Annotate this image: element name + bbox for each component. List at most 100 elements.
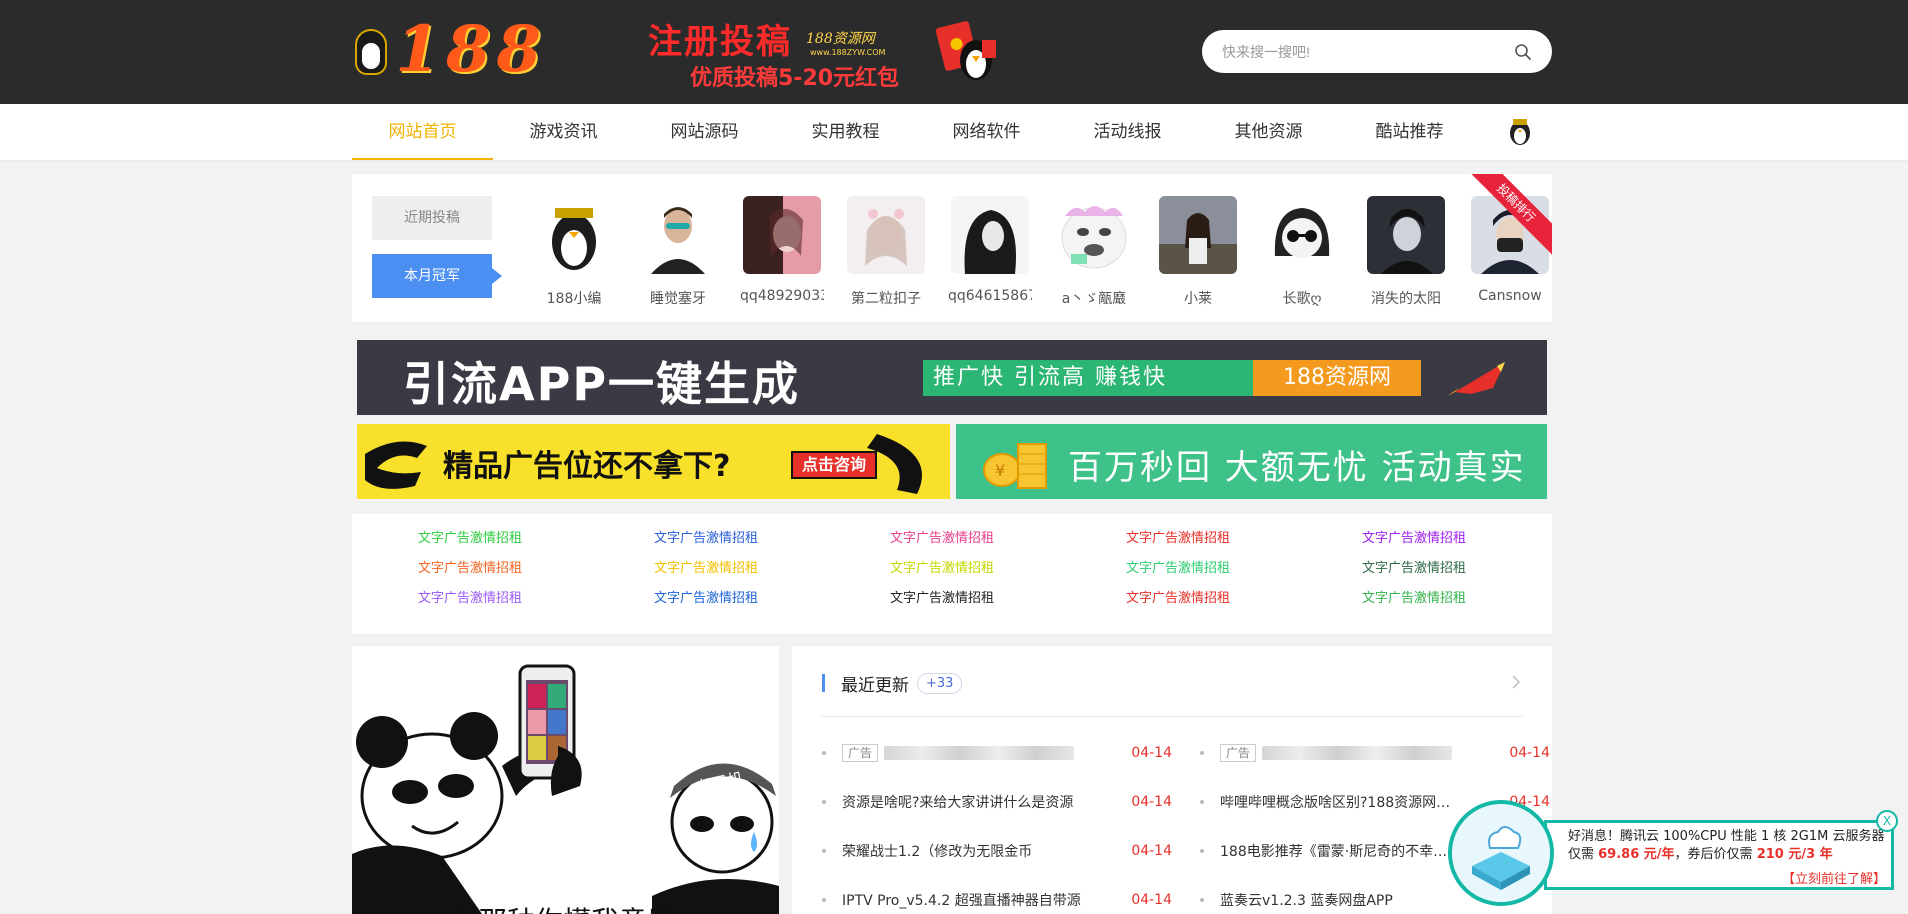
blurred-text xyxy=(884,745,1075,760)
list-item[interactable]: 荣耀战士1.2（修改为无限金币 04-14 xyxy=(822,826,1172,875)
item-title: 荣耀战士1.2（修改为无限金币 xyxy=(842,843,1033,860)
text-ad-link[interactable]: 文字广告激情招租 xyxy=(352,528,588,550)
ad-tag: 广告 xyxy=(1220,743,1257,762)
tencent-cloud-icon xyxy=(1452,804,1550,902)
avatar xyxy=(847,196,925,274)
ad-banner-ad-space[interactable]: 精品广告位还不拿下? 点击咨询 xyxy=(357,424,950,499)
item-title: 哔哩哔哩概念版啥区别?188资源网告诉你 xyxy=(1220,794,1460,811)
text-ad-link[interactable]: 文字广告激情招租 xyxy=(588,528,824,550)
avatar xyxy=(743,196,821,274)
list-item[interactable]: 资源是啥呢?来给大家讲讲什么是资源 04-14 xyxy=(822,777,1172,826)
nav-item-deals[interactable]: 活动线报 xyxy=(1057,104,1198,160)
banner-site-name: 188资源网 xyxy=(1253,360,1421,396)
cloud-ad-link[interactable]: 【立刻前往了解】 xyxy=(1782,868,1886,887)
text-ad-link[interactable]: 文字广告激情招租 xyxy=(824,588,1060,610)
text-ads-panel: 文字广告激情招租 文字广告激情招租 文字广告激情招租 文字广告激情招租 文字广告激情招租… xyxy=(352,514,1552,634)
promo-line1: 注册投稿 xyxy=(648,22,792,62)
item-date: 04-14 xyxy=(1131,744,1172,761)
text-ads-grid: 文字广告激情招租 文字广告激情招租 文字广告激情招租 文字广告激情招租 文字广告激情招租… xyxy=(352,528,1552,610)
avatar xyxy=(1367,196,1445,274)
item-title: 蓝奏云v1.2.3 蓝奏网盘APP xyxy=(1220,892,1393,909)
contributor-item[interactable]: 睡觉塞牙 xyxy=(626,196,730,308)
site-logo[interactable]: 188 xyxy=(352,18,547,82)
ad-banner-app-generator[interactable]: 引流APP一键生成 推广快 引流高 赚钱快 188资源网 xyxy=(357,340,1547,415)
item-date: 04-14 xyxy=(1131,793,1172,810)
text-ad-link[interactable]: 文字广告激情招租 xyxy=(1060,558,1296,580)
section-marker xyxy=(822,674,825,692)
tab-recent-submissions[interactable]: 近期投稿 xyxy=(372,196,492,240)
gold-coins-icon: ¥ xyxy=(983,443,1047,489)
avatar xyxy=(1159,196,1237,274)
promo-site-name: 188资源网 xyxy=(806,31,875,47)
contributor-item[interactable]: 小莱 xyxy=(1146,196,1250,308)
penguin-mascot-icon xyxy=(352,21,389,79)
top-header: 188 注册投稿 188资源网 www.188ZYW.COM 优质投稿5-20元… xyxy=(0,0,1908,104)
chevron-right-icon[interactable] xyxy=(1510,674,1522,690)
bullet-icon xyxy=(1200,897,1204,902)
text-ad-link[interactable]: 文字广告激情招租 xyxy=(1296,558,1532,580)
contributor-name: Cansnow xyxy=(1478,288,1542,304)
main-nav: 网站首页 游戏资讯 网站源码 实用教程 网络软件 活动线报 其他资源 酷站推荐 xyxy=(352,104,1480,160)
list-item[interactable]: 广告 04-14 xyxy=(822,728,1172,777)
ad-banner-fast-payout[interactable]: ¥ 百万秒回 大额无忧 活动真实有效 xyxy=(956,424,1547,499)
close-icon[interactable]: X xyxy=(1876,810,1898,832)
contributor-name: a丶ゞ甋黀 xyxy=(1061,291,1127,307)
text-ad-link[interactable]: 文字广告激情招租 xyxy=(1296,588,1532,610)
contributor-item[interactable]: 长歌ღ xyxy=(1250,196,1354,308)
nav-item-home[interactable]: 网站首页 xyxy=(352,104,493,160)
promo-site-url: www.188ZYW.COM xyxy=(810,48,886,57)
consult-button[interactable]: 点击咨询 xyxy=(791,451,877,479)
search-icon[interactable] xyxy=(1514,43,1532,61)
avatar xyxy=(1055,196,1133,274)
updates-column-left: 广告 04-14 资源是啥呢?来给大家讲讲什么是资源 04-14 荣耀战士1.2… xyxy=(822,728,1172,914)
list-item[interactable]: 广告 04-14 xyxy=(1200,728,1550,777)
text-ad-link[interactable]: 文字广告激情招租 xyxy=(1060,588,1296,610)
tab-monthly-champion[interactable]: 本月冠军 xyxy=(372,254,502,298)
banner-headline: 精品广告位还不拿下? xyxy=(443,449,731,484)
svg-text:¥: ¥ xyxy=(995,461,1005,480)
text-ad-link[interactable]: 文字广告激情招租 xyxy=(824,558,1060,580)
divider xyxy=(820,716,1524,717)
contributors-panel: 近期投稿 本月冠军 188小编 睡觉塞牙 qq48929033 第二粒扣子 qq… xyxy=(352,174,1552,322)
bullet-icon xyxy=(822,750,826,755)
promo-banner[interactable]: 注册投稿 188资源网 www.188ZYW.COM 优质投稿5-20元红包 xyxy=(646,10,1010,92)
list-item[interactable]: IPTV Pro_v5.4.2 超强直播神器自带源 04-14 xyxy=(822,875,1172,914)
text-ad-link[interactable]: 文字广告激情招租 xyxy=(352,588,588,610)
nav-item-tutorials[interactable]: 实用教程 xyxy=(775,104,916,160)
banner-headline: 引流APP一键生成 xyxy=(403,357,801,411)
meme-image-panel[interactable]: 老司机 网站 那种你懂我意思吧 xyxy=(352,646,779,914)
penguin-user-icon[interactable] xyxy=(1508,118,1532,146)
nav-item-software[interactable]: 网络软件 xyxy=(916,104,1057,160)
contributor-item[interactable]: a丶ゞ甋黀 xyxy=(1042,196,1146,308)
contributor-item[interactable]: 消失的太阳 xyxy=(1354,196,1458,308)
bullet-icon xyxy=(1200,799,1204,804)
contributor-name: 睡觉塞牙 xyxy=(650,291,706,307)
bullet-icon xyxy=(1200,848,1204,853)
cloud-ad-price: 69.86 元/年 xyxy=(1598,847,1675,862)
recent-updates-header: 最近更新 +33 xyxy=(822,668,963,698)
contributor-item[interactable]: qq48929033 xyxy=(730,196,834,308)
nav-item-game-news[interactable]: 游戏资讯 xyxy=(493,104,634,160)
nav-item-cool-sites[interactable]: 酷站推荐 xyxy=(1339,104,1480,160)
nav-item-other[interactable]: 其他资源 xyxy=(1198,104,1339,160)
blurred-text xyxy=(1262,745,1453,760)
cloud-ad-badge[interactable] xyxy=(1448,800,1554,906)
nav-item-source-code[interactable]: 网站源码 xyxy=(634,104,775,160)
contributor-item[interactable]: 188小编 xyxy=(522,196,626,308)
item-title: IPTV Pro_v5.4.2 超强直播神器自带源 xyxy=(842,892,1081,909)
section-title: 最近更新 xyxy=(841,675,909,696)
text-ad-link[interactable]: 文字广告激情招租 xyxy=(588,588,824,610)
text-ad-link[interactable]: 文字广告激情招租 xyxy=(824,528,1060,550)
avatar xyxy=(951,196,1029,274)
contributor-item[interactable]: 第二粒扣子 xyxy=(834,196,938,308)
update-count-badge: +33 xyxy=(917,672,963,694)
text-ad-link[interactable]: 文字广告激情招租 xyxy=(588,558,824,580)
text-ad-link[interactable]: 文字广告激情招租 xyxy=(1060,528,1296,550)
search-input[interactable] xyxy=(1222,30,1502,73)
text-ad-link[interactable]: 文字广告激情招租 xyxy=(1296,528,1532,550)
search-box xyxy=(1202,30,1552,73)
contributor-item[interactable]: qq64615867 xyxy=(938,196,1042,308)
cloud-ad-price: 210 元/3 年 xyxy=(1756,847,1833,862)
text-ad-link[interactable]: 文字广告激情招租 xyxy=(352,558,588,580)
contributor-name: qq48929033 xyxy=(740,288,824,304)
